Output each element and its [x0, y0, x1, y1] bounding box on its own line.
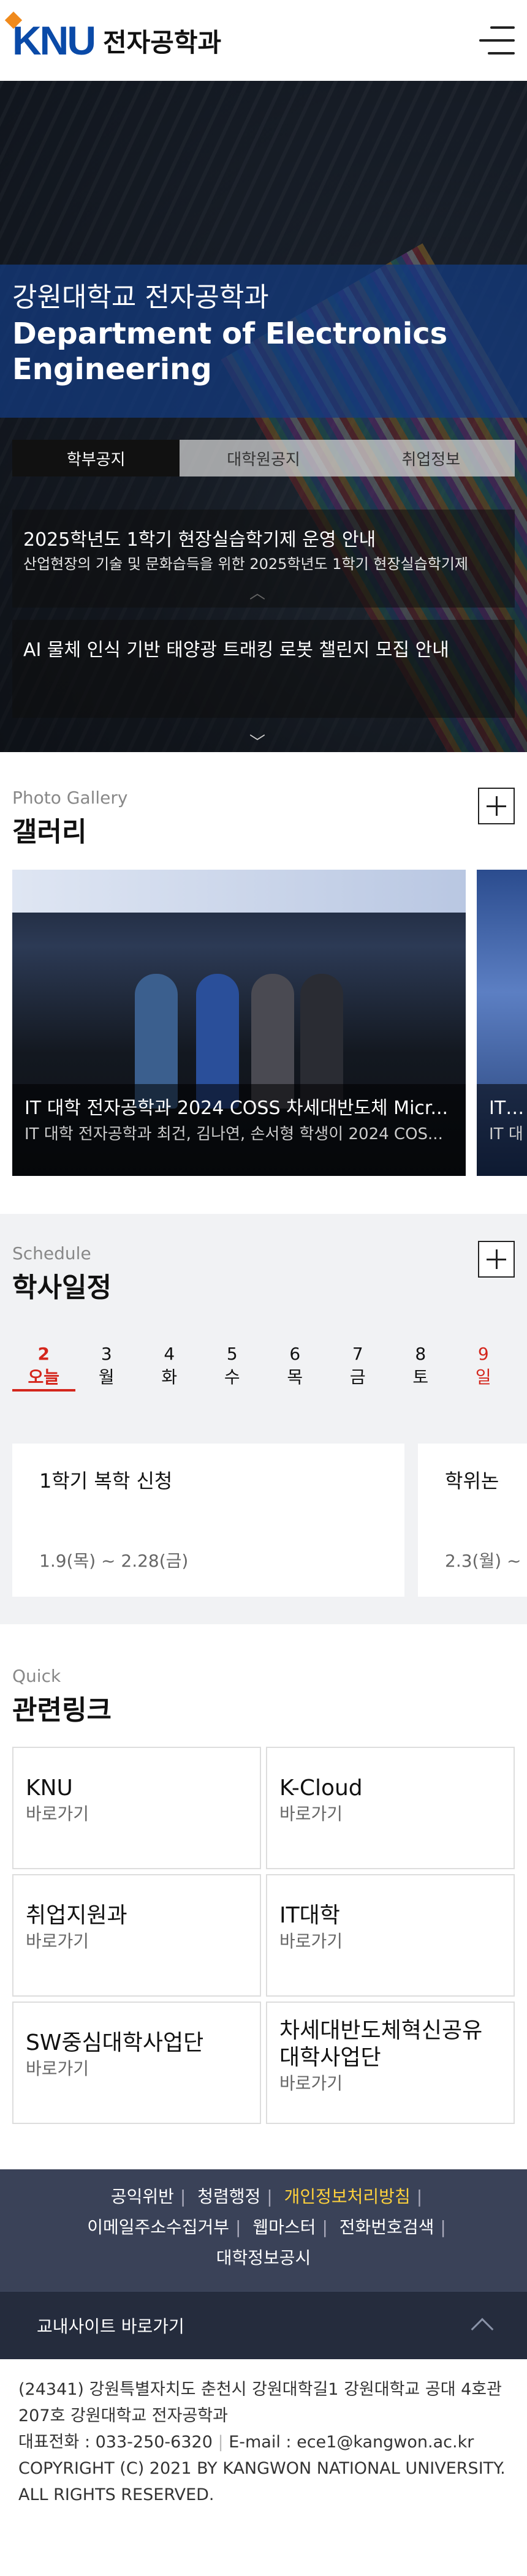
- schedule-event-card[interactable]: 학위논문지 2.3(월) ~ 2.: [418, 1444, 527, 1597]
- tab-job-info[interactable]: 취업정보: [347, 440, 515, 476]
- gallery-title: 갤러리: [12, 816, 87, 848]
- gallery-card-title: IT 대학 전자공학과 2024 COSS 차세대반도체 Micr...: [25, 1098, 449, 1119]
- day-item[interactable]: 2 오늘: [12, 1343, 75, 1392]
- tab-undergrad-notice[interactable]: 학부공지: [12, 440, 180, 476]
- gallery-card-summary: IT 대: [489, 1125, 523, 1143]
- quick-link-card[interactable]: KNU 바로가기: [12, 1747, 261, 1869]
- notice-list: ︿ 2025학년도 1학기 현장실습학기제 운영 안내 산업현장의 기술 및 문…: [12, 510, 515, 752]
- quick-link-name: KNU: [26, 1776, 73, 1801]
- quick-link-go: 바로가기: [26, 1931, 89, 1951]
- gallery-card-title: IT 대: [489, 1098, 526, 1119]
- gallery-more-plus-icon[interactable]: [478, 788, 515, 824]
- footer-email: E-mail : ece1@kangwon.ac.kr: [229, 2433, 474, 2452]
- quick-link-name: IT대학: [279, 1903, 340, 1928]
- schedule-event-card[interactable]: 1학기 복학 신청 1.9(목) ~ 2.28(금): [12, 1444, 404, 1597]
- site-logo[interactable]: KNU 전자공학과: [4, 11, 222, 61]
- day-item[interactable]: 7금: [327, 1343, 390, 1392]
- campus-sites-toggle[interactable]: 교내사이트 바로가기: [0, 2292, 527, 2359]
- gallery-caption: IT 대학 전자공학과 2024 COSS 차세대반도체 Micr... IT …: [12, 1084, 466, 1176]
- dept-name: 전자공학과: [103, 27, 222, 58]
- schedule-section: Schedule 학사일정 2 오늘 3월 4화 5수 6목 7금 8토 9일 1…: [0, 1214, 527, 1624]
- day-item[interactable]: 8토: [389, 1343, 452, 1392]
- quick-link-name: 취업지원과: [26, 1903, 127, 1928]
- footer-link[interactable]: 공익위반: [105, 2186, 180, 2207]
- footer-link[interactable]: 전화번호검색: [333, 2217, 441, 2237]
- day-item[interactable]: 6목: [264, 1343, 327, 1392]
- quick-link-card[interactable]: SW중심대학사업단 바로가기: [12, 2002, 261, 2124]
- notice-item[interactable]: AI 물체 인식 기반 태양광 트래킹 로봇 챌린지 모집 안내: [12, 620, 515, 718]
- quick-link-go: 바로가기: [26, 1804, 89, 1824]
- quick-link-card[interactable]: IT대학 바로가기: [266, 1874, 515, 1997]
- day-item[interactable]: 3월: [75, 1343, 138, 1392]
- quick-link-go: 바로가기: [279, 1804, 343, 1824]
- gallery-card[interactable]: IT 대학 전자공학과 2024 COSS 차세대반도체 Micr... IT …: [12, 870, 466, 1176]
- quick-title: 관련링크: [12, 1695, 112, 1726]
- campus-sites-label: 교내사이트 바로가기: [37, 2316, 184, 2337]
- notice-summary: 산업현장의 기술 및 문화습득을 위한 2025학년도 1학기 현장실습학기제: [23, 555, 468, 573]
- footer-link-privacy[interactable]: 개인정보처리방침: [278, 2186, 417, 2207]
- chevron-up-icon: [471, 2318, 494, 2341]
- footer-link[interactable]: 대학정보공시: [210, 2248, 317, 2268]
- schedule-more-plus-icon[interactable]: [478, 1241, 515, 1278]
- quick-subtitle: Quick: [12, 1666, 61, 1686]
- quick-link-name: 차세대반도체혁신공유대학사업단: [279, 2018, 483, 2070]
- footer-address-block: (24341) 강원특별자치도 춘천시 강원대학길1 강원대학교 공대 4호관 …: [18, 2376, 509, 2508]
- hamburger-menu-icon[interactable]: [476, 25, 515, 56]
- quick-link-name: K-Cloud: [279, 1776, 363, 1801]
- knu-logo-icon: KNU: [4, 11, 96, 61]
- quick-link-card[interactable]: K-Cloud 바로가기: [266, 1747, 515, 1869]
- day-item[interactable]: 5수: [201, 1343, 264, 1392]
- gallery-caption: IT 대 IT 대: [477, 1084, 527, 1176]
- hero-section: 강원대학교 전자공학과 Department of Electronics En…: [0, 81, 527, 752]
- event-title: 학위논문지: [445, 1469, 500, 1493]
- footer-link[interactable]: 이메일주소수집거부: [81, 2217, 235, 2237]
- notice-title: 2025학년도 1학기 현장실습학기제 운영 안내: [23, 529, 376, 551]
- schedule-title: 학사일정: [12, 1272, 112, 1303]
- site-header: KNU 전자공학과: [0, 0, 527, 81]
- footer-copyright: COPYRIGHT (C) 2021 BY KANGWON NATIONAL U…: [18, 2459, 506, 2504]
- hero-title-kr: 강원대학교 전자공학과: [12, 282, 269, 313]
- footer-address: (24341) 강원특별자치도 춘천시 강원대학길1 강원대학교 공대 4호관 …: [18, 2380, 502, 2425]
- hero-title-box: 강원대학교 전자공학과 Department of Electronics En…: [0, 265, 527, 418]
- gallery-card-summary: IT 대학 전자공학과 최건, 김나연, 손서형 학생이 2024 COS...: [25, 1125, 443, 1143]
- footer-link[interactable]: 청렴행정: [191, 2186, 267, 2207]
- footer-links: 공익위반 | 청렴행정 | 개인정보처리방침 | 이메일주소수집거부 | 웹마스터 | 전…: [0, 2169, 527, 2292]
- schedule-day-selector: 2 오늘 3월 4화 5수 6목 7금 8토 9일: [12, 1343, 515, 1392]
- chevron-down-icon[interactable]: ﹀: [245, 730, 270, 752]
- notice-tabs: 학부공지 대학원공지 취업정보: [12, 440, 515, 476]
- quick-link-name: SW중심대학사업단: [26, 2030, 204, 2055]
- schedule-subtitle: Schedule: [12, 1243, 91, 1264]
- gallery-subtitle: Photo Gallery: [12, 788, 128, 808]
- quick-link-card[interactable]: 차세대반도체혁신공유대학사업단 바로가기: [266, 2002, 515, 2124]
- quick-link-go: 바로가기: [279, 1931, 343, 1951]
- quick-link-go: 바로가기: [26, 2058, 89, 2079]
- gallery-card[interactable]: IT 대 IT 대: [477, 870, 527, 1176]
- tab-grad-notice[interactable]: 대학원공지: [180, 440, 347, 476]
- quick-link-go: 바로가기: [279, 2073, 343, 2093]
- event-date: 1.9(목) ~ 2.28(금): [39, 1551, 189, 1571]
- notice-item[interactable]: 2025학년도 1학기 현장실습학기제 운영 안내 산업현장의 기술 및 문화습…: [12, 510, 515, 608]
- quick-link-card[interactable]: 취업지원과 바로가기: [12, 1874, 261, 1997]
- event-date: 2.3(월) ~ 2.: [445, 1551, 527, 1571]
- event-title: 1학기 복학 신청: [39, 1469, 173, 1493]
- gallery-carousel: IT 대학 전자공학과 2024 COSS 차세대반도체 Micr... IT …: [12, 870, 527, 1176]
- day-item[interactable]: 4화: [138, 1343, 201, 1392]
- notice-title: AI 물체 인식 기반 태양광 트래킹 로봇 챌린지 모집 안내: [23, 639, 449, 661]
- hero-title-en: Department of Electronics Engineering: [12, 317, 448, 386]
- day-item[interactable]: 9일: [452, 1343, 515, 1392]
- footer-link[interactable]: 웹마스터: [246, 2217, 322, 2237]
- footer-phone: 대표전화 : 033-250-6320: [18, 2433, 213, 2452]
